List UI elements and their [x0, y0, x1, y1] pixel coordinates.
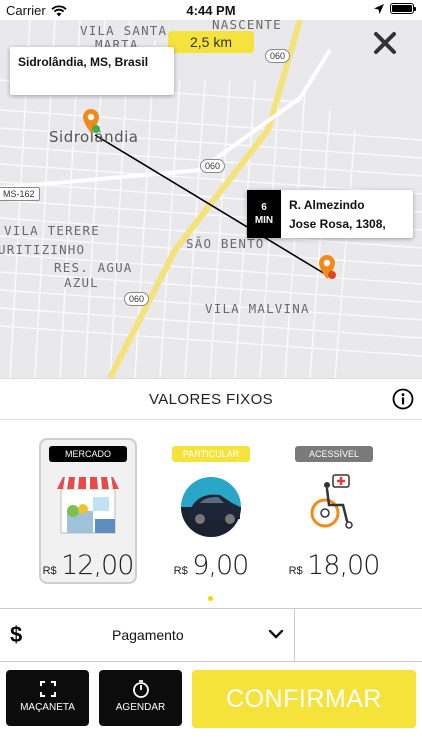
battery-icon: [390, 3, 416, 14]
wheelchair-icon: [310, 474, 353, 529]
option-price: R$ 18,00: [287, 550, 381, 581]
destination-callout: 6 MIN R. Almezindo Jose Rosa, 1308,: [247, 190, 413, 238]
scan-frame-icon: [39, 681, 56, 697]
price-value: 12,00: [61, 550, 134, 581]
destination-address-line1: R. Almezindo: [289, 198, 365, 212]
car-icon: [181, 477, 241, 537]
section-title: VALORES FIXOS: [148, 391, 274, 408]
map-label: SÃO BENTO: [186, 236, 265, 251]
road-shield: 060: [265, 49, 291, 63]
market-icon: [57, 476, 119, 534]
location-arrow-icon: [374, 3, 384, 14]
map-view[interactable]: VILA SANTA MARTA NASCENTE Sidrolândia VI…: [0, 20, 422, 378]
eta-number: 6: [261, 202, 267, 213]
map-label: URITIZINHO: [0, 242, 86, 257]
fixed-values-header: VALORES FIXOS: [0, 378, 422, 420]
confirm-button[interactable]: CONFIRMAR: [192, 670, 416, 728]
option-price: R$ 12,00: [41, 550, 135, 581]
option-tag: PARTICULAR: [172, 446, 250, 462]
currency-label: R$: [288, 565, 303, 577]
chevron-down-icon[interactable]: [268, 627, 284, 641]
payment-row[interactable]: $ Pagamento: [0, 608, 422, 663]
destination-pin-icon[interactable]: [318, 255, 336, 279]
dollar-icon: $: [10, 622, 23, 647]
currency-label: R$: [42, 565, 57, 577]
currency-label: R$: [173, 565, 188, 577]
road-shield: 060: [200, 159, 226, 173]
agendar-button[interactable]: AGENDAR: [99, 670, 182, 726]
stopwatch-icon: [132, 680, 149, 698]
ride-options: MERCADO R$ 12,00 PARTICULAR R$ 9,00 ACES…: [0, 420, 422, 608]
map-label: VILA TERERE: [4, 223, 100, 238]
macaneta-button[interactable]: MAÇANETA: [6, 670, 89, 726]
clock: 4:44 PM: [186, 3, 236, 18]
eta-box: 6 MIN: [247, 190, 281, 238]
origin-callout: Sidrolândia, MS, Brasil: [10, 47, 174, 95]
close-button[interactable]: [370, 28, 400, 58]
option-tag: MERCADO: [49, 446, 127, 462]
divider: [294, 609, 295, 663]
option-card-mercado[interactable]: MERCADO R$ 12,00: [41, 440, 135, 582]
map-label: RES. AGUA: [54, 260, 133, 275]
agendar-label: AGENDAR: [115, 702, 166, 713]
status-bar: Carrier 4:44 PM: [0, 0, 422, 20]
road-shield: MS-162: [0, 187, 40, 201]
map-label: AZUL: [64, 275, 99, 290]
origin-pin-icon[interactable]: [82, 109, 100, 133]
close-icon: [374, 32, 396, 54]
distance-badge: 2,5 km: [168, 31, 254, 53]
bottom-action-bar: MAÇANETA AGENDAR CONFIRMAR: [0, 662, 422, 750]
payment-label: Pagamento: [112, 627, 184, 643]
map-label: VILA MALVINA: [205, 301, 310, 316]
price-value: 9,00: [192, 550, 249, 581]
eta-unit: MIN: [254, 215, 274, 226]
origin-address: Sidrolândia, MS, Brasil: [18, 55, 149, 69]
option-tag: ACESSÍVEL: [295, 446, 373, 462]
option-card-particular[interactable]: PARTICULAR R$ 9,00: [164, 440, 258, 582]
price-value: 18,00: [307, 550, 380, 581]
page-indicator-dot[interactable]: [208, 596, 213, 601]
map-label: VILA SANTA: [80, 23, 168, 38]
option-price: R$ 9,00: [164, 550, 258, 581]
macaneta-label: MAÇANETA: [20, 702, 75, 713]
road-shield: 060: [124, 292, 150, 306]
option-card-acessivel[interactable]: ACESSÍVEL R$ 18,00: [287, 440, 381, 582]
destination-address-line2: Jose Rosa, 1308,: [289, 217, 386, 231]
info-icon[interactable]: [392, 388, 414, 410]
